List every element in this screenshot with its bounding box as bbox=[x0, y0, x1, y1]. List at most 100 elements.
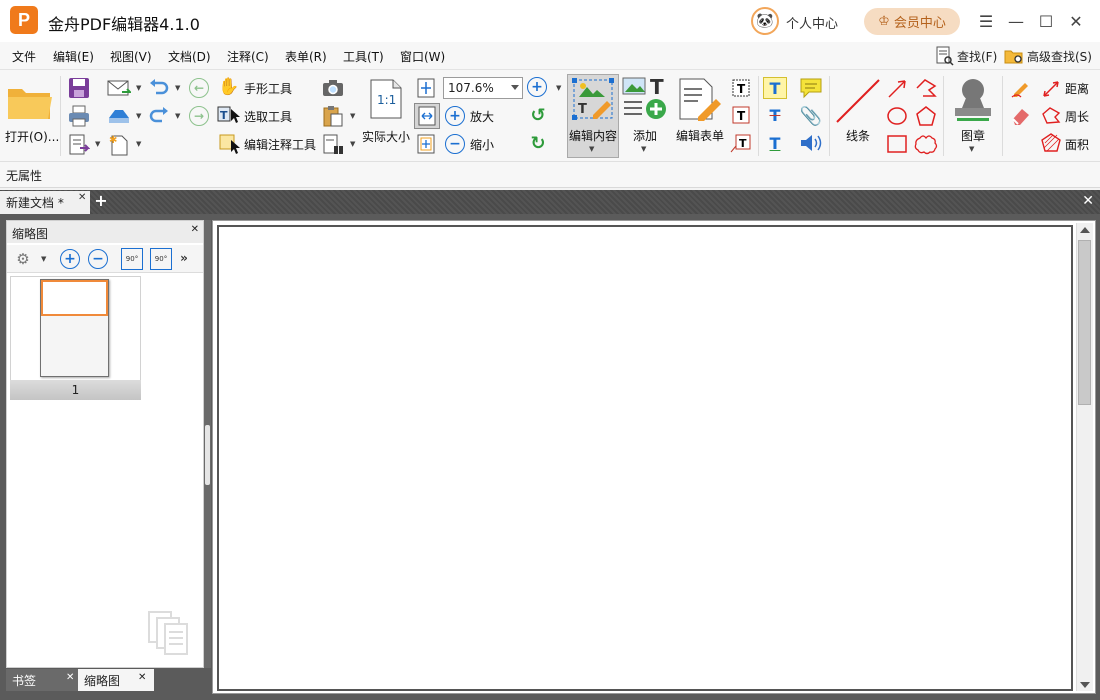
edit-annotation-tool-icon[interactable] bbox=[217, 132, 241, 154]
edit-form-label[interactable]: 编辑表单 bbox=[676, 127, 724, 144]
menu-comment[interactable]: 注释(C) bbox=[227, 48, 269, 65]
text-box-red-icon[interactable]: T bbox=[729, 104, 753, 126]
advanced-find-button[interactable]: 高级查找(S) bbox=[1004, 46, 1092, 66]
undo-dropdown-icon[interactable]: ▼ bbox=[175, 84, 180, 92]
ellipse-tool-icon[interactable] bbox=[885, 104, 909, 128]
add-content-icon[interactable]: T bbox=[622, 76, 670, 122]
gear-dropdown-icon[interactable]: ▼ bbox=[41, 255, 46, 263]
hand-tool-label[interactable]: 手形工具 bbox=[244, 80, 292, 97]
thumbnail-viewport-indicator[interactable] bbox=[41, 280, 108, 316]
double-chevron-down-icon[interactable]: » bbox=[177, 249, 191, 267]
typewriter-icon[interactable]: T bbox=[763, 77, 787, 99]
stamp-dropdown-icon[interactable]: ▼ bbox=[969, 145, 974, 153]
new-doc-dropdown-icon[interactable]: ▼ bbox=[136, 140, 141, 148]
open-folder-icon[interactable] bbox=[6, 80, 54, 122]
rotate-ccw-icon[interactable]: ↺ bbox=[527, 104, 549, 126]
print-icon[interactable] bbox=[67, 104, 91, 128]
menu-view[interactable]: 视图(V) bbox=[110, 48, 152, 65]
vip-center-button[interactable]: ♔ 会员中心 bbox=[864, 8, 960, 35]
distance-icon[interactable] bbox=[1040, 79, 1062, 99]
rotate-right-90-icon[interactable]: 90° bbox=[150, 248, 172, 270]
add-label[interactable]: 添加 bbox=[633, 127, 657, 144]
polygon-tool-icon[interactable] bbox=[913, 104, 939, 128]
gear-icon[interactable]: ⚙ bbox=[11, 248, 35, 270]
menu-window[interactable]: 窗口(W) bbox=[400, 48, 445, 65]
export-dropdown-icon[interactable]: ▼ bbox=[95, 140, 100, 148]
thumbnail-tab[interactable]: 缩略图 ✕ bbox=[78, 669, 154, 691]
clipboard-dropdown-icon[interactable]: ▼ bbox=[350, 112, 355, 120]
scan-icon[interactable] bbox=[106, 104, 132, 128]
thumbnail-zoom-out-icon[interactable]: − bbox=[88, 249, 108, 269]
menu-tools[interactable]: 工具(T) bbox=[343, 48, 384, 65]
polyline-tool-icon[interactable] bbox=[913, 77, 939, 101]
stamp-icon[interactable] bbox=[950, 76, 996, 122]
sticky-note-icon[interactable] bbox=[798, 77, 824, 99]
edit-content-dropdown-icon[interactable]: ▼ bbox=[589, 145, 594, 153]
perimeter-label[interactable]: 周长 bbox=[1065, 108, 1089, 125]
new-doc-icon[interactable]: ✱ bbox=[106, 133, 132, 157]
fit-visible-icon[interactable] bbox=[416, 133, 436, 155]
doc-binoculars-dropdown-icon[interactable]: ▼ bbox=[350, 140, 355, 148]
maximize-button[interactable]: ☐ bbox=[1036, 11, 1056, 31]
zoom-in-label[interactable]: 放大 bbox=[470, 108, 494, 125]
email-icon[interactable] bbox=[106, 76, 132, 100]
zoom-in-magnifier-icon[interactable]: + bbox=[527, 77, 547, 97]
user-center-link[interactable]: 个人中心 bbox=[786, 13, 838, 32]
camera-icon[interactable] bbox=[321, 78, 345, 98]
select-tool-icon[interactable]: T bbox=[217, 104, 241, 126]
stamp-label[interactable]: 图章 bbox=[961, 127, 985, 144]
document-tab[interactable]: 新建文档 * bbox=[0, 191, 90, 214]
perimeter-icon[interactable] bbox=[1040, 106, 1062, 126]
thumbnail-tab-close-icon[interactable]: ✕ bbox=[138, 672, 146, 683]
area-label[interactable]: 面积 bbox=[1065, 136, 1089, 153]
document-tab-close-icon[interactable]: ✕ bbox=[78, 192, 86, 203]
actual-size-label[interactable]: 实际大小 bbox=[362, 128, 410, 145]
underline-icon[interactable]: T bbox=[763, 132, 787, 154]
edit-annotation-tool-label[interactable]: 编辑注释工具 bbox=[244, 136, 316, 153]
menu-icon[interactable]: ☰ bbox=[976, 11, 996, 31]
paperclip-icon[interactable]: 📎 bbox=[800, 104, 822, 128]
select-tool-label[interactable]: 选取工具 bbox=[244, 108, 292, 125]
strikeout-icon[interactable]: T bbox=[763, 104, 787, 126]
rotate-left-90-icon[interactable]: 90° bbox=[121, 248, 143, 270]
line-tool-icon[interactable] bbox=[835, 78, 881, 124]
close-all-tabs-icon[interactable]: ✕ bbox=[1082, 193, 1094, 209]
scan-dropdown-icon[interactable]: ▼ bbox=[136, 112, 141, 120]
add-dropdown-icon[interactable]: ▼ bbox=[641, 145, 646, 153]
thumbnail-panel-close-icon[interactable]: ✕ bbox=[191, 224, 199, 235]
minimize-button[interactable]: — bbox=[1006, 11, 1026, 31]
area-icon[interactable] bbox=[1040, 133, 1062, 153]
user-avatar-icon[interactable]: 🐼 bbox=[751, 7, 779, 35]
redo-dropdown-icon[interactable]: ▼ bbox=[175, 112, 180, 120]
next-view-icon[interactable]: → bbox=[189, 106, 209, 126]
pdf-page[interactable] bbox=[217, 225, 1073, 691]
redo-icon[interactable] bbox=[147, 104, 171, 128]
text-callout-icon[interactable]: T bbox=[729, 132, 753, 154]
splitter-collapse-handle[interactable] bbox=[205, 425, 210, 485]
close-button[interactable]: ✕ bbox=[1066, 11, 1086, 31]
undo-icon[interactable] bbox=[147, 76, 171, 100]
save-icon[interactable] bbox=[67, 76, 91, 100]
thumbnail-zoom-in-icon[interactable]: + bbox=[60, 249, 80, 269]
vertical-scrollbar-thumb[interactable] bbox=[1078, 240, 1091, 405]
eraser-icon[interactable] bbox=[1009, 104, 1033, 128]
zoom-in-icon[interactable]: + bbox=[445, 106, 465, 126]
edit-form-icon[interactable] bbox=[676, 76, 724, 122]
doc-binoculars-icon[interactable] bbox=[321, 133, 345, 157]
email-dropdown-icon[interactable]: ▼ bbox=[136, 84, 141, 92]
zoom-out-label[interactable]: 缩小 bbox=[470, 136, 494, 153]
rotate-cw-icon[interactable]: ↻ bbox=[527, 132, 549, 154]
distance-label[interactable]: 距离 bbox=[1065, 80, 1089, 97]
sound-icon[interactable] bbox=[799, 132, 823, 154]
bookmark-tab[interactable]: 书签 ✕ bbox=[6, 669, 78, 691]
zoom-select[interactable]: 107.6% bbox=[443, 77, 523, 99]
scroll-down-icon[interactable] bbox=[1080, 682, 1090, 688]
hand-tool-icon[interactable]: ✋ bbox=[218, 76, 240, 98]
rectangle-tool-icon[interactable] bbox=[885, 132, 909, 156]
arrow-tool-icon[interactable] bbox=[885, 77, 909, 101]
zoom-dropdown-icon[interactable] bbox=[511, 85, 519, 90]
fit-page-icon[interactable] bbox=[416, 78, 436, 98]
export-doc-icon[interactable] bbox=[67, 133, 91, 157]
menu-document[interactable]: 文档(D) bbox=[168, 48, 211, 65]
fit-width-icon[interactable] bbox=[414, 103, 440, 129]
